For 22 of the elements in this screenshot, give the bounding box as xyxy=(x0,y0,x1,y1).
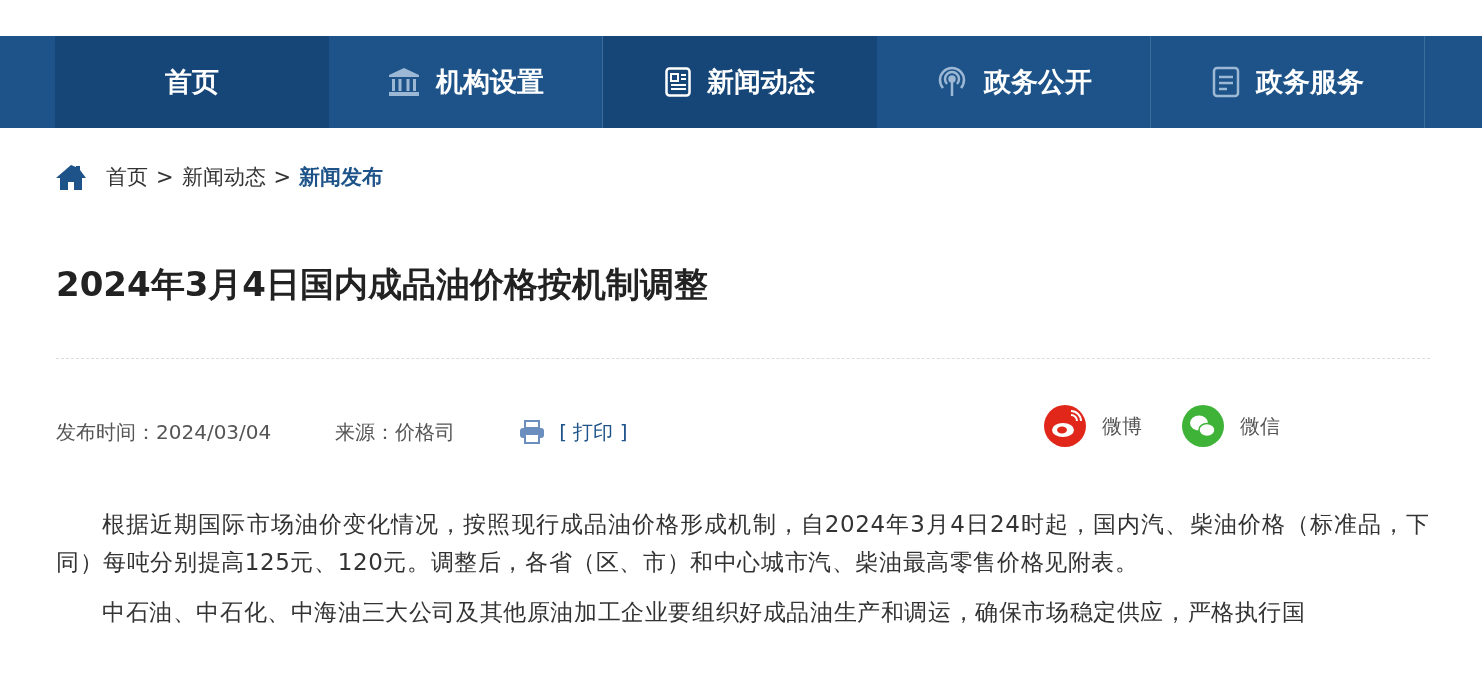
publish-date: 发布时间：2024/03/04 xyxy=(56,418,272,446)
printer-icon[interactable] xyxy=(519,420,546,444)
share-button[interactable]: 微博 xyxy=(1044,405,1142,447)
building-icon xyxy=(387,67,420,97)
share-button[interactable]: 微信 xyxy=(1182,405,1280,447)
breadcrumb-separator: > xyxy=(273,165,292,189)
breadcrumb-separator: > xyxy=(156,165,174,189)
article-paragraph: 根据近期国际市场油价变化情况，按照现行成品油价格形成机制，自2024年3月4日24时起，国内汽、柴油价格（标准品，下同）每吨分别提高125元、120元。调整后，各省（区、市）和中心城市汽、柴油最高零售价格见附表。 xyxy=(56,510,1430,577)
article-title: 2024年3月4日国内成品油价格按机制调整 xyxy=(56,226,1430,359)
breadcrumb-link[interactable]: 首页 xyxy=(106,163,148,191)
article-paragraph: 中石油、中石化、中海油三大公司及其他原油加工企业要组织好成品油生产和调运，确保市场稳定供应，严格执行国 xyxy=(101,598,1307,627)
home-icon[interactable] xyxy=(56,163,86,191)
nav-tab[interactable]: 政务服务 xyxy=(1151,36,1425,128)
article-source: 来源：价格司 xyxy=(335,418,456,446)
breadcrumb-link[interactable]: 新闻发布 xyxy=(299,163,384,191)
news-icon xyxy=(665,67,691,97)
nav-tab[interactable]: 政务公开 xyxy=(877,36,1151,128)
print-link[interactable]: [ 打印 ] xyxy=(559,418,628,446)
nav-tab[interactable]: 新闻动态 xyxy=(603,36,877,128)
document-icon xyxy=(1211,66,1240,98)
breadcrumb-link[interactable]: 新闻动态 xyxy=(181,163,266,191)
nav-tab[interactable]: 首页 xyxy=(55,36,329,128)
